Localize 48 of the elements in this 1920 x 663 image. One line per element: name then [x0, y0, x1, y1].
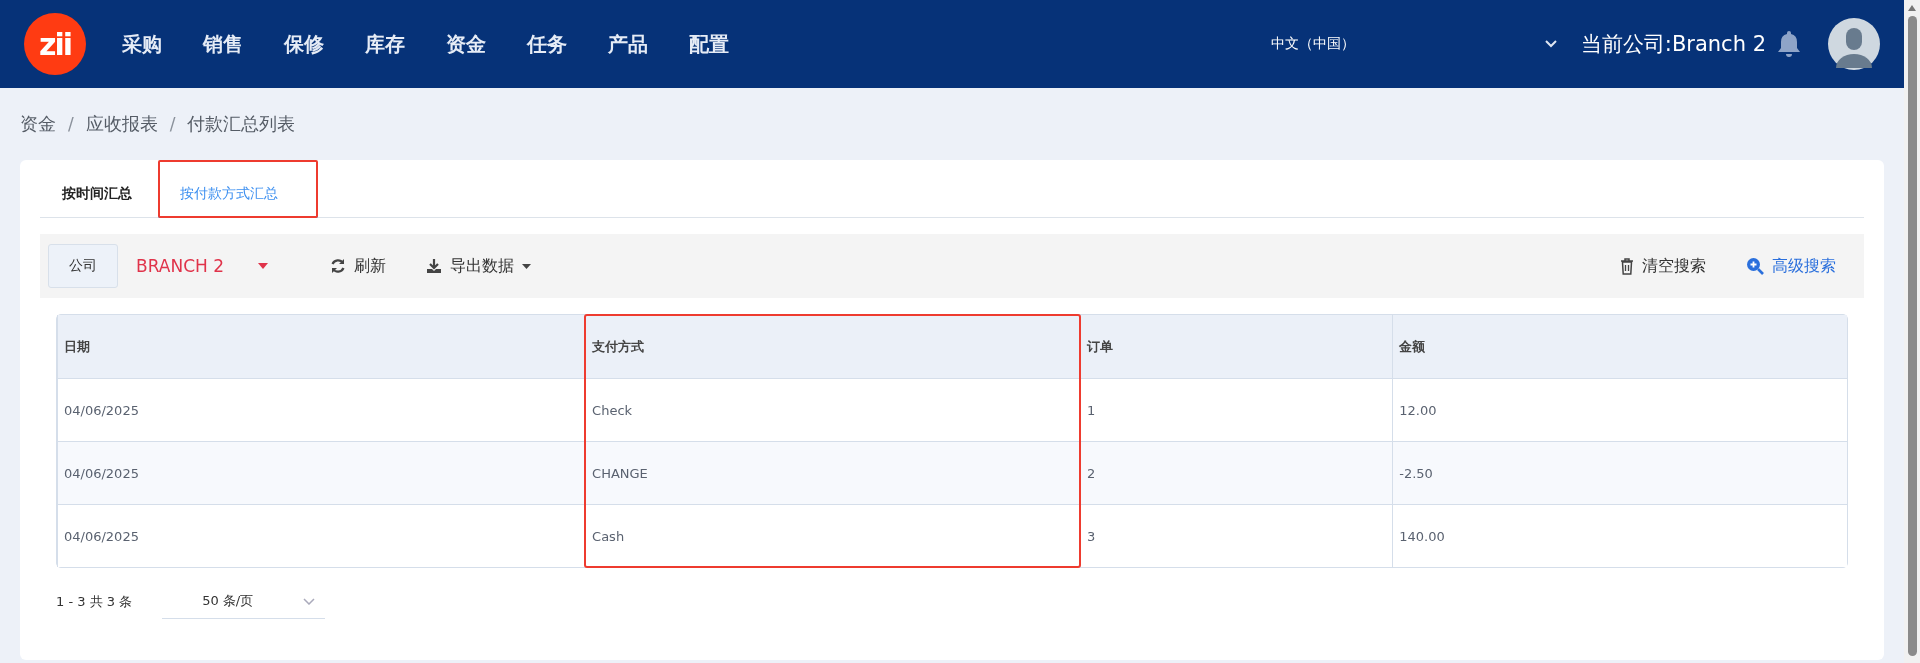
company-select[interactable]: BRANCH 2 [118, 256, 286, 276]
table-cell: 04/06/2025 [58, 441, 586, 504]
table-cell: 2 [1081, 441, 1393, 504]
current-company-label: 当前公司:Branch 2 [1580, 31, 1766, 58]
tab[interactable]: 按时间汇总 [40, 172, 154, 218]
logo[interactable]: zii [24, 13, 86, 75]
breadcrumb-separator: / [68, 114, 74, 134]
column-header[interactable]: 金额 [1393, 315, 1847, 378]
nav-menu-item[interactable]: 销售 [203, 30, 243, 58]
breadcrumb-separator: / [169, 114, 176, 134]
nav-menu-item[interactable]: 配置 [689, 30, 729, 58]
chevron-down-icon[interactable] [1544, 40, 1557, 48]
nav-menu-item[interactable]: 资金 [446, 30, 486, 58]
tab[interactable]: 按付款方式汇总 [158, 160, 318, 218]
pagination-summary: 1 - 3 共 3 条 [56, 592, 133, 611]
table-cell: CHANGE [586, 441, 1080, 504]
nav-menu-item[interactable]: 采购 [122, 30, 162, 58]
nav-menu-item[interactable]: 产品 [608, 30, 648, 58]
bell-icon[interactable] [1776, 30, 1802, 58]
column-header[interactable]: 支付方式 [586, 315, 1080, 378]
column-header[interactable]: 订单 [1081, 315, 1393, 378]
breadcrumb-item[interactable]: 资金 [20, 112, 56, 136]
advanced-search-button[interactable]: 高级搜索 [1726, 255, 1856, 277]
table-cell: 140.00 [1393, 504, 1847, 567]
download-icon [426, 258, 442, 274]
language-selector[interactable]: 中文（中国） [1270, 35, 1355, 53]
export-data-button[interactable]: 导出数据 [406, 255, 551, 277]
zoom-in-icon [1746, 257, 1764, 275]
table-cell: 04/06/2025 [58, 504, 586, 567]
scroll-up-arrow-icon[interactable] [1907, 4, 1917, 12]
column-header[interactable]: 日期 [58, 315, 586, 378]
clear-search-button[interactable]: 清空搜索 [1600, 255, 1726, 277]
company-label: 公司 [48, 244, 118, 288]
breadcrumb-item[interactable]: 付款汇总列表 [187, 112, 296, 136]
trash-icon [1620, 257, 1634, 275]
chevron-down-icon [303, 597, 316, 605]
refresh-icon [330, 258, 346, 274]
nav-menu-item[interactable]: 保修 [284, 30, 324, 58]
avatar-icon[interactable] [1828, 18, 1880, 70]
scrollbar-thumb[interactable] [1907, 16, 1917, 656]
breadcrumb-item[interactable]: 应收报表 [85, 112, 158, 136]
caret-down-icon [258, 263, 268, 269]
nav-menu-item[interactable]: 任务 [527, 30, 567, 58]
nav-menu-item[interactable]: 库存 [365, 30, 405, 58]
refresh-button[interactable]: 刷新 [310, 255, 406, 277]
page-size-select[interactable]: 50 条/页 [162, 584, 326, 619]
table-cell: -2.50 [1393, 441, 1847, 504]
caret-down-icon [522, 263, 531, 269]
